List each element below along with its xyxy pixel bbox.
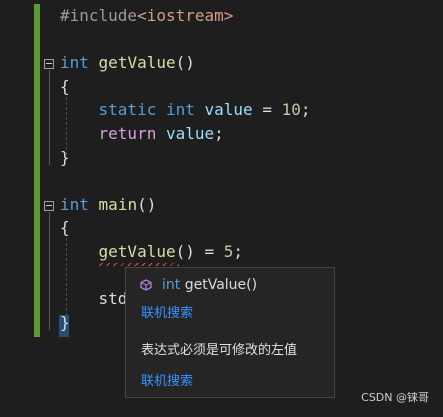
code-token: 10 [281,100,301,120]
code-token: ; [300,100,311,120]
code-line[interactable]: getValue() = 5; [60,240,244,264]
code-token: () = [175,242,224,261]
code-token: return [98,124,157,143]
code-token: getValue [98,242,176,261]
code-line[interactable]: } [60,311,70,335]
code-token: std [98,289,128,309]
code-line[interactable]: #include<iostream> [60,4,233,28]
code-token: ; [214,124,224,143]
code-token: = [252,100,282,120]
quick-info-popup: int getValue() 联机搜索 表达式必须是可修改的左值 联机搜索 [125,267,335,398]
code-token: int [60,194,89,214]
code-token: int [60,53,89,73]
code-line[interactable]: { [60,216,70,240]
code-line[interactable]: int main() [60,193,156,217]
signature-function: getValue() [184,277,258,293]
code-token: () [137,194,157,214]
fold-line [49,212,50,330]
code-token: { [60,76,70,96]
error-message: 表达式必须是可修改的左值 [141,343,298,358]
fold-toggle-getvalue[interactable] [44,59,54,69]
code-line[interactable]: static int value = 10; [60,98,311,122]
cube-icon [140,279,152,291]
search-online-link[interactable]: 联机搜索 [141,302,193,321]
code-token: { [60,218,70,238]
code-token: } [60,312,70,332]
code-line[interactable]: std [60,287,128,311]
search-online-link-bottom[interactable]: 联机搜索 [141,370,193,389]
code-token: int [165,100,195,120]
code-token: value [165,124,215,143]
code-token: #include [60,6,138,25]
code-line[interactable]: int getValue() [60,51,195,75]
code-line[interactable]: { [60,75,70,99]
code-token: } [60,147,70,167]
code-token: getValue [98,53,176,73]
code-token: main [98,194,138,214]
code-token: ; [233,242,244,261]
code-token: 5 [223,242,234,261]
change-bar [34,4,40,337]
code-token: () [175,53,195,73]
code-token: static [98,100,157,120]
line-number-gutter [0,0,34,417]
fold-line [49,70,50,165]
code-token: value [204,100,253,120]
fold-toggle-main[interactable] [44,201,54,211]
signature-row: int getValue() [140,276,257,294]
watermark: CSDN @铼哥 [361,391,429,404]
code-line[interactable]: return value; [60,122,224,146]
error-squiggle [99,263,179,266]
code-line[interactable]: } [60,146,70,170]
code-token: <iostream> [137,6,234,25]
signature-keyword: int [162,277,181,293]
